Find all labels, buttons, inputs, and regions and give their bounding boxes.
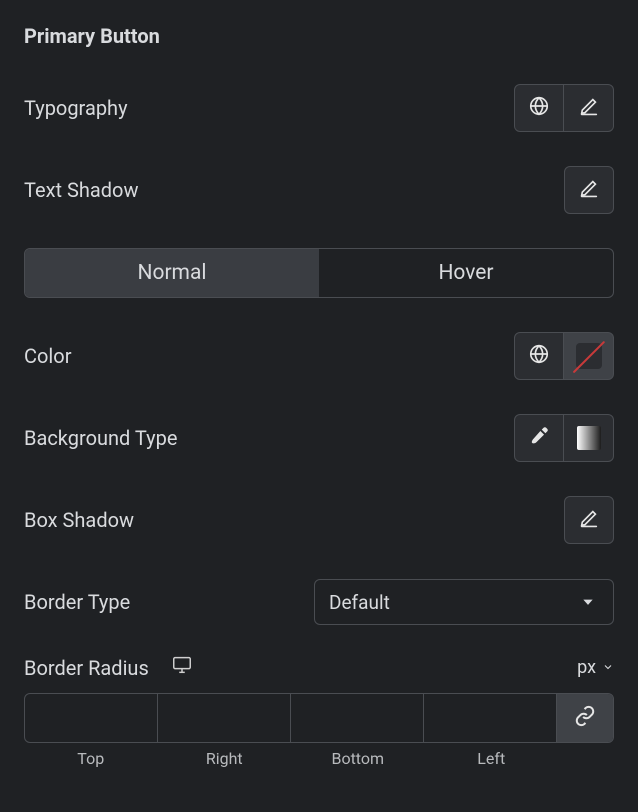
radius-bottom-cell	[291, 694, 424, 742]
radius-left-label: Left	[425, 749, 559, 768]
border-radius-label-row: Border Radius px	[24, 654, 614, 681]
color-picker-button[interactable]	[564, 332, 614, 380]
color-label: Color	[24, 344, 71, 368]
radius-top-input[interactable]	[25, 694, 157, 742]
chevron-down-icon	[581, 591, 595, 614]
radius-bottom-label: Bottom	[291, 749, 425, 768]
background-gradient-button[interactable]	[564, 414, 614, 462]
globe-icon	[528, 343, 550, 370]
brush-icon	[528, 425, 550, 452]
border-radius-label: Border Radius	[24, 656, 149, 680]
radius-left-cell	[424, 694, 557, 742]
text-shadow-label: Text Shadow	[24, 178, 138, 202]
pencil-icon	[578, 95, 600, 122]
box-shadow-controls	[564, 496, 614, 544]
box-shadow-row: Box Shadow	[24, 496, 614, 544]
pencil-icon	[578, 507, 600, 534]
state-tabs: Normal Hover	[24, 248, 614, 298]
radius-left-input[interactable]	[424, 694, 556, 742]
background-classic-button[interactable]	[514, 414, 564, 462]
pencil-icon	[578, 177, 600, 204]
section-title: Primary Button	[24, 24, 614, 48]
link-icon	[574, 705, 596, 732]
tab-hover[interactable]: Hover	[319, 249, 613, 297]
globe-button[interactable]	[514, 84, 564, 132]
unit-picker[interactable]: px	[577, 657, 614, 678]
edit-typography-button[interactable]	[564, 84, 614, 132]
color-row: Color	[24, 332, 614, 380]
border-type-select[interactable]: Default	[314, 579, 614, 625]
gradient-icon	[577, 426, 601, 450]
border-type-row: Border Type Default	[24, 578, 614, 626]
radius-right-label: Right	[158, 749, 292, 768]
background-type-label: Background Type	[24, 426, 177, 450]
color-swatch-none	[564, 332, 613, 380]
border-radius-inputs	[24, 693, 614, 743]
box-shadow-label: Box Shadow	[24, 508, 134, 532]
responsive-device-button[interactable]	[171, 654, 193, 681]
globe-button[interactable]	[514, 332, 564, 380]
edit-text-shadow-button[interactable]	[564, 166, 614, 214]
radius-top-label: Top	[24, 749, 158, 768]
radius-top-cell	[25, 694, 158, 742]
radius-right-input[interactable]	[158, 694, 290, 742]
background-type-controls	[514, 414, 614, 462]
color-controls	[514, 332, 614, 380]
unit-value: px	[577, 657, 596, 678]
border-radius-side-labels: Top Right Bottom Left	[24, 749, 614, 768]
tab-normal[interactable]: Normal	[25, 249, 319, 297]
desktop-icon	[171, 657, 193, 681]
radius-bottom-input[interactable]	[291, 694, 423, 742]
typography-controls	[514, 84, 614, 132]
radius-right-cell	[158, 694, 291, 742]
link-values-button[interactable]	[557, 694, 613, 742]
edit-box-shadow-button[interactable]	[564, 496, 614, 544]
text-shadow-row: Text Shadow	[24, 166, 614, 214]
typography-row: Typography	[24, 84, 614, 132]
globe-icon	[528, 95, 550, 122]
border-type-value: Default	[329, 591, 390, 614]
background-type-row: Background Type	[24, 414, 614, 462]
border-type-label: Border Type	[24, 590, 130, 614]
text-shadow-controls	[564, 166, 614, 214]
typography-label: Typography	[24, 96, 128, 120]
chevron-down-icon	[602, 657, 614, 678]
